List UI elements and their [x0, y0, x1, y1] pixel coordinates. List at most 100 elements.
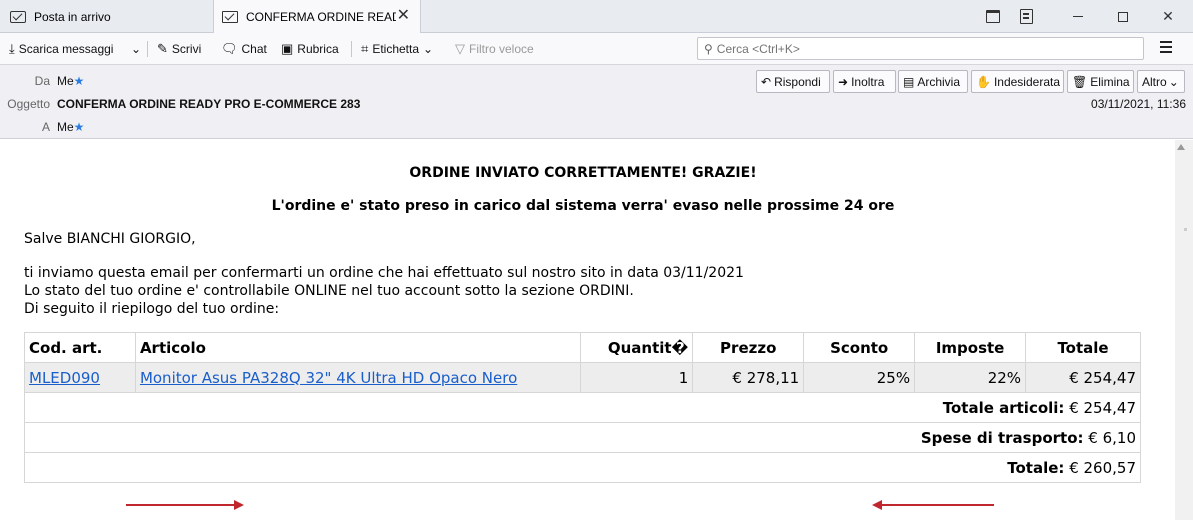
email-line: Di seguito il riepilogo del tuo ordine:: [24, 301, 280, 317]
summary-value: € 6,10: [1088, 428, 1136, 447]
star-icon[interactable]: ★: [74, 74, 85, 88]
order-table: Cod. art. Articolo Quantit� Prezzo Scont…: [24, 332, 1141, 483]
chat-button[interactable]: 🗨 Chat: [221, 37, 267, 61]
summary-label: Totale articoli:: [942, 398, 1065, 417]
pencil-icon: ✎: [157, 41, 168, 56]
tab-message[interactable]: CONFERMA ORDINE READY PRO E-COMMERCE 283…: [213, 0, 421, 34]
junk-icon: ✋: [976, 74, 991, 89]
to-name: Me: [57, 120, 74, 134]
tag-icon: ⌗: [361, 41, 369, 56]
cell-quantity: 1: [580, 362, 694, 393]
to-value[interactable]: Me★: [57, 120, 84, 134]
chevron-down-icon: ⌄: [423, 42, 434, 56]
forward-icon: ➜: [838, 74, 849, 89]
article-name-link[interactable]: Monitor Asus PA328Q 32" 4K Ultra HD Opac…: [140, 369, 517, 387]
more-button[interactable]: Altro ⌄: [1137, 70, 1185, 93]
filter-icon: ▽: [455, 41, 465, 56]
write-label: Scrivi: [171, 42, 202, 56]
forward-label: Inoltra: [851, 74, 885, 89]
search-icon: ⚲: [704, 41, 713, 56]
get-messages-button[interactable]: ⤓ Scarica messaggi: [9, 37, 113, 61]
tasks-icon[interactable]: [1004, 0, 1048, 33]
chat-label: Chat: [241, 42, 267, 56]
chevron-down-icon: ⌄: [131, 42, 142, 56]
summary-value: € 260,57: [1069, 458, 1136, 477]
reply-icon: ↶: [761, 74, 772, 89]
cell-tax: 22%: [914, 362, 1027, 393]
column-header: Prezzo: [692, 332, 805, 363]
summary-value: € 254,47: [1069, 398, 1136, 417]
email-line: Lo stato del tuo ordine e' controllabile…: [24, 283, 634, 299]
annotation-arrow-left: [872, 500, 994, 510]
scroll-marker: [1184, 228, 1187, 231]
column-header: Imposte: [914, 332, 1027, 363]
column-header: Articolo: [134, 332, 582, 363]
toolbar-divider: [351, 41, 352, 57]
summary-cell: Totale: € 260,57: [24, 452, 1141, 483]
scroll-up-icon[interactable]: [1177, 144, 1185, 150]
scrollbar[interactable]: [1175, 140, 1193, 520]
table-row: MLED090 Monitor Asus PA328Q 32" 4K Ultra…: [24, 362, 1141, 393]
junk-label: Indesiderata: [993, 74, 1060, 89]
app-menu-button[interactable]: [1160, 41, 1174, 55]
forward-button[interactable]: ➜ Inoltra: [833, 70, 896, 93]
article-code-link[interactable]: MLED090: [29, 369, 100, 387]
get-messages-dropdown[interactable]: ⌄: [131, 37, 141, 61]
email-subheading: L'ordine e' stato preso in carico dal si…: [271, 198, 895, 214]
summary-row: Spese di trasporto: € 6,10: [24, 422, 1141, 453]
search-box[interactable]: ⚲: [697, 37, 1144, 60]
annotation-arrow-right: [126, 500, 244, 510]
archive-icon: ▤: [903, 74, 915, 89]
quick-filter-label: Filtro veloce: [469, 42, 534, 56]
search-input[interactable]: [716, 41, 1117, 56]
summary-cell: Spese di trasporto: € 6,10: [24, 422, 1141, 453]
envelope-icon: [222, 11, 238, 23]
write-button[interactable]: ✎ Scrivi: [157, 37, 201, 61]
column-header: Quantit�: [580, 332, 694, 363]
get-messages-label: Scarica messaggi: [18, 42, 114, 56]
tag-label: Etichetta: [372, 42, 420, 56]
archive-label: Archivia: [917, 74, 961, 89]
inbox-icon: [10, 10, 26, 23]
delete-button[interactable]: 🗑 Elimina: [1067, 70, 1134, 93]
email-greeting: Salve BIANCHI GIORGIO,: [24, 231, 196, 247]
delete-label: Elimina: [1090, 74, 1130, 89]
cell-total: € 254,47: [1025, 362, 1141, 393]
chevron-down-icon: ⌄: [1168, 74, 1179, 89]
tab-inbox-label: Posta in arrivo: [34, 9, 111, 24]
tab-inbox[interactable]: Posta in arrivo: [0, 0, 212, 33]
email-paragraph: ti inviamo questa email per confermarti …: [24, 264, 744, 318]
trash-icon: 🗑: [1072, 74, 1088, 89]
column-header: Cod. art.: [24, 332, 136, 363]
from-value[interactable]: Me★: [57, 74, 84, 88]
summary-row: Totale articoli: € 254,47: [24, 392, 1141, 423]
summary-cell: Totale articoli: € 254,47: [24, 392, 1141, 423]
subject-value: CONFERMA ORDINE READY PRO E-COMMERCE 283: [57, 97, 361, 111]
from-label: Da: [34, 74, 50, 88]
subject-label: Oggetto: [7, 97, 50, 111]
table-header-row: Cod. art. Articolo Quantit� Prezzo Scont…: [24, 332, 1141, 363]
reply-button[interactable]: ↶ Rispondi: [756, 70, 830, 93]
tag-button[interactable]: ⌗ Etichetta ⌄: [361, 37, 433, 61]
address-book-button[interactable]: ▣ Rubrica: [281, 37, 339, 61]
quick-filter-button[interactable]: ▽ Filtro veloce: [455, 37, 534, 61]
junk-button[interactable]: ✋ Indesiderata: [971, 70, 1064, 93]
tab-message-label: CONFERMA ORDINE READY PRO E-COMMERCE 283: [246, 10, 396, 24]
minimize-button[interactable]: [1056, 0, 1100, 33]
column-header: Sconto: [803, 332, 916, 363]
close-window-button[interactable]: ✕: [1146, 0, 1190, 33]
archive-button[interactable]: ▤ Archivia: [898, 70, 968, 93]
maximize-button[interactable]: [1101, 0, 1145, 33]
download-icon: ⤓: [9, 41, 15, 56]
to-label: A: [41, 120, 50, 134]
toolbar-divider: [147, 41, 148, 57]
tab-close-icon[interactable]: ✕: [397, 8, 410, 24]
summary-label: Totale:: [1007, 458, 1065, 477]
star-icon[interactable]: ★: [74, 120, 85, 134]
email-heading: ORDINE INVIATO CORRETTAMENTE! GRAZIE!: [409, 165, 757, 181]
address-book-label: Rubrica: [297, 42, 339, 56]
cell-code: MLED090: [24, 362, 136, 393]
main-toolbar: ⤓ Scarica messaggi ⌄ ✎ Scrivi 🗨 Chat ▣ R…: [0, 33, 1193, 65]
cell-discount: 25%: [803, 362, 916, 393]
address-book-icon: ▣: [281, 41, 294, 56]
